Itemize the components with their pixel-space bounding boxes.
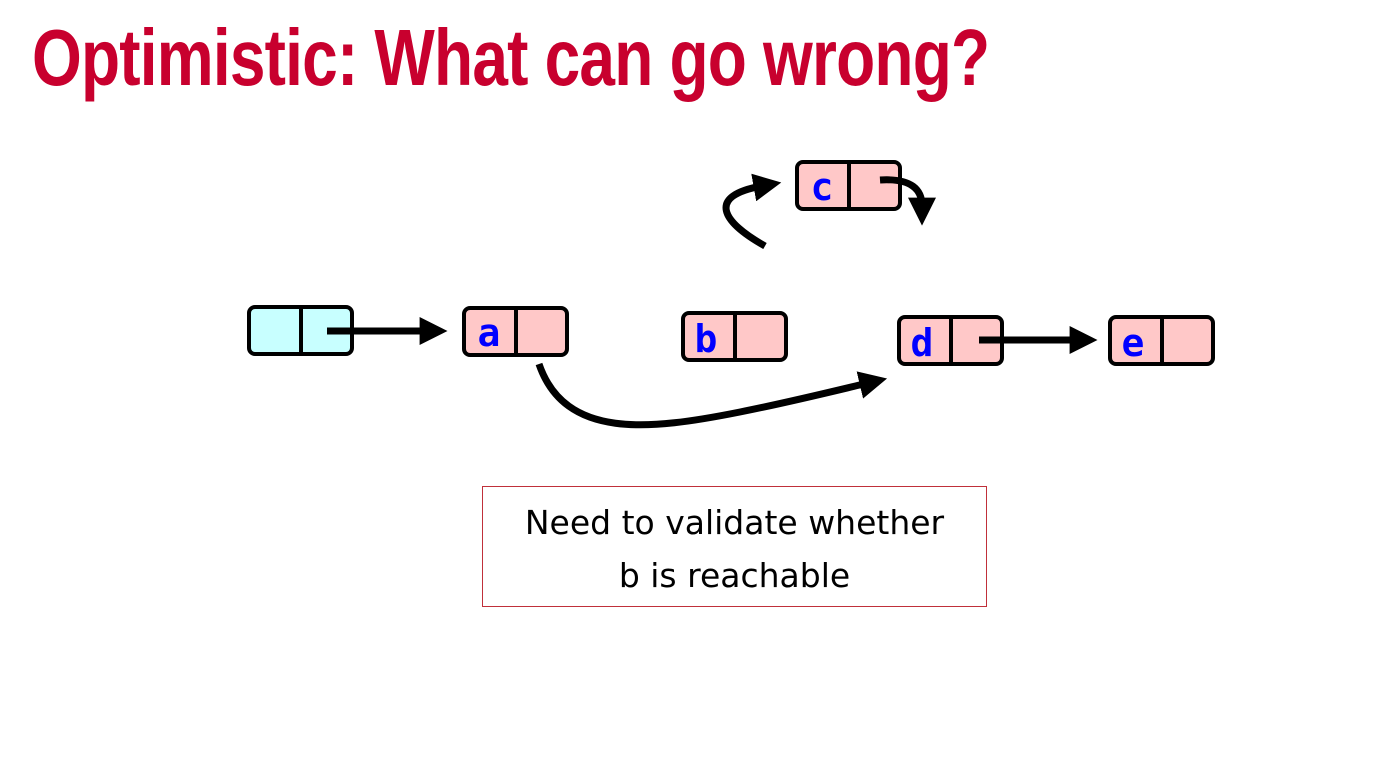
slide: Optimistic: What can go wrong? a b c d e… (0, 0, 1379, 758)
note-line-1: Need to validate whether (524, 503, 945, 542)
node-c-label: c (811, 165, 834, 209)
node-d-label: d (911, 321, 934, 365)
node-a-label: a (478, 311, 501, 355)
node-b-label: b (695, 317, 718, 361)
arrow-a-to-d (535, 362, 888, 429)
note-box: Need to validate whether b is reachable (482, 486, 987, 607)
node-e: e (1108, 315, 1215, 366)
node-b: b (681, 311, 788, 362)
arrow-into-c (722, 173, 782, 250)
node-a: a (462, 306, 569, 357)
note-line-2: b is reachable (618, 556, 851, 595)
linked-list-diagram: a b c d e (247, 160, 1215, 429)
node-e-label: e (1122, 321, 1145, 365)
node-c: c (795, 160, 902, 211)
